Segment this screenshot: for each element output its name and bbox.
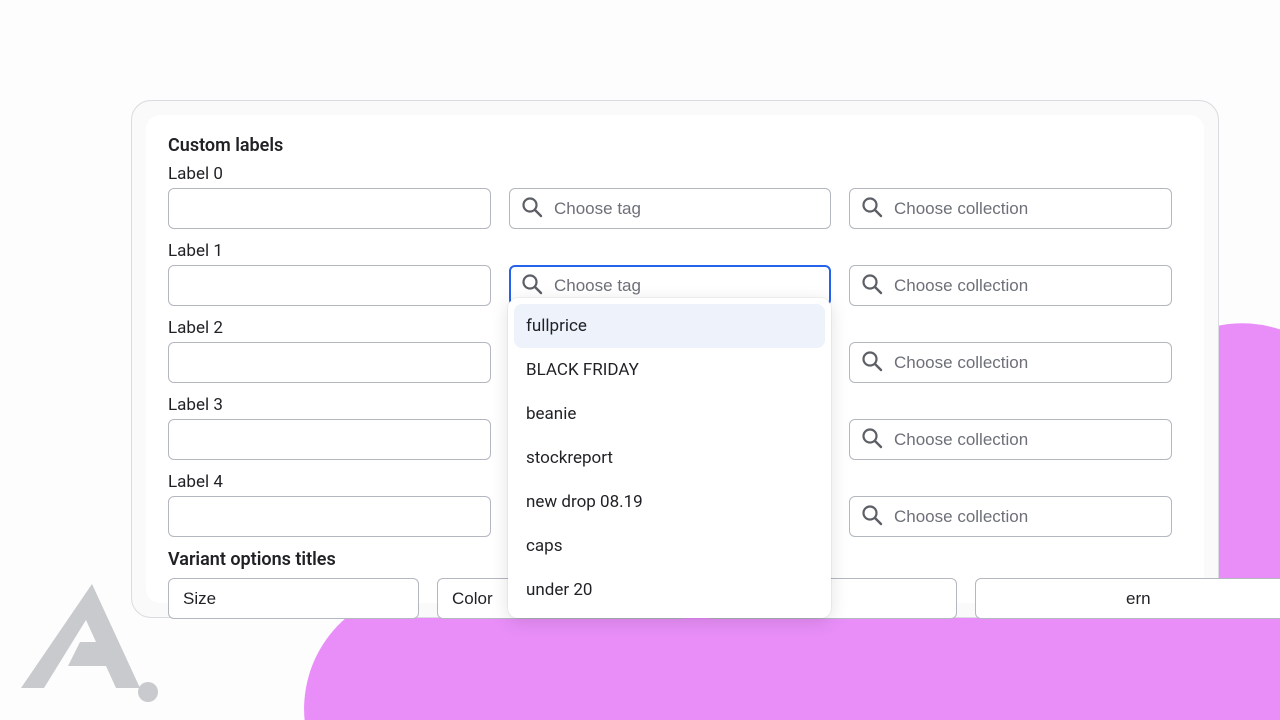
tag-option[interactable]: new drop 08.19 bbox=[514, 480, 825, 524]
label-row: Label 1 bbox=[168, 241, 1172, 306]
label-3-collection-input[interactable] bbox=[849, 419, 1172, 460]
settings-card: Custom labels Label 0 L bbox=[146, 115, 1204, 603]
label-name: Label 3 bbox=[168, 395, 491, 415]
label-name: Label 1 bbox=[168, 241, 491, 261]
label-0-input[interactable] bbox=[168, 188, 491, 229]
label-3-input[interactable] bbox=[168, 419, 491, 460]
tag-option[interactable]: beanie bbox=[514, 392, 825, 436]
label-4-input[interactable] bbox=[168, 496, 491, 537]
label-1-collection-input[interactable] bbox=[849, 265, 1172, 306]
tag-option[interactable]: under 20 bbox=[514, 568, 825, 612]
brand-logo bbox=[20, 576, 160, 710]
custom-labels-heading: Custom labels bbox=[168, 135, 1172, 156]
variant-option-3-input[interactable] bbox=[975, 578, 1280, 619]
label-name: Label 0 bbox=[168, 164, 491, 184]
tag-option[interactable]: fullprice bbox=[514, 304, 825, 348]
label-0-collection-input[interactable] bbox=[849, 188, 1172, 229]
tag-option[interactable]: caps bbox=[514, 524, 825, 568]
label-2-input[interactable] bbox=[168, 342, 491, 383]
label-name: Label 4 bbox=[168, 472, 491, 492]
label-0-tag-input[interactable] bbox=[509, 188, 831, 229]
settings-panel: Custom labels Label 0 L bbox=[131, 100, 1219, 618]
label-2-collection-input[interactable] bbox=[849, 342, 1172, 383]
variant-option-0-input[interactable] bbox=[168, 578, 419, 619]
label-row: Label 0 bbox=[168, 164, 1172, 229]
label-1-input[interactable] bbox=[168, 265, 491, 306]
tag-option[interactable]: stockreport bbox=[514, 436, 825, 480]
label-4-collection-input[interactable] bbox=[849, 496, 1172, 537]
tag-option[interactable]: BLACK FRIDAY bbox=[514, 348, 825, 392]
label-name: Label 2 bbox=[168, 318, 491, 338]
tag-dropdown: fullprice BLACK FRIDAY beanie stockrepor… bbox=[508, 298, 831, 618]
